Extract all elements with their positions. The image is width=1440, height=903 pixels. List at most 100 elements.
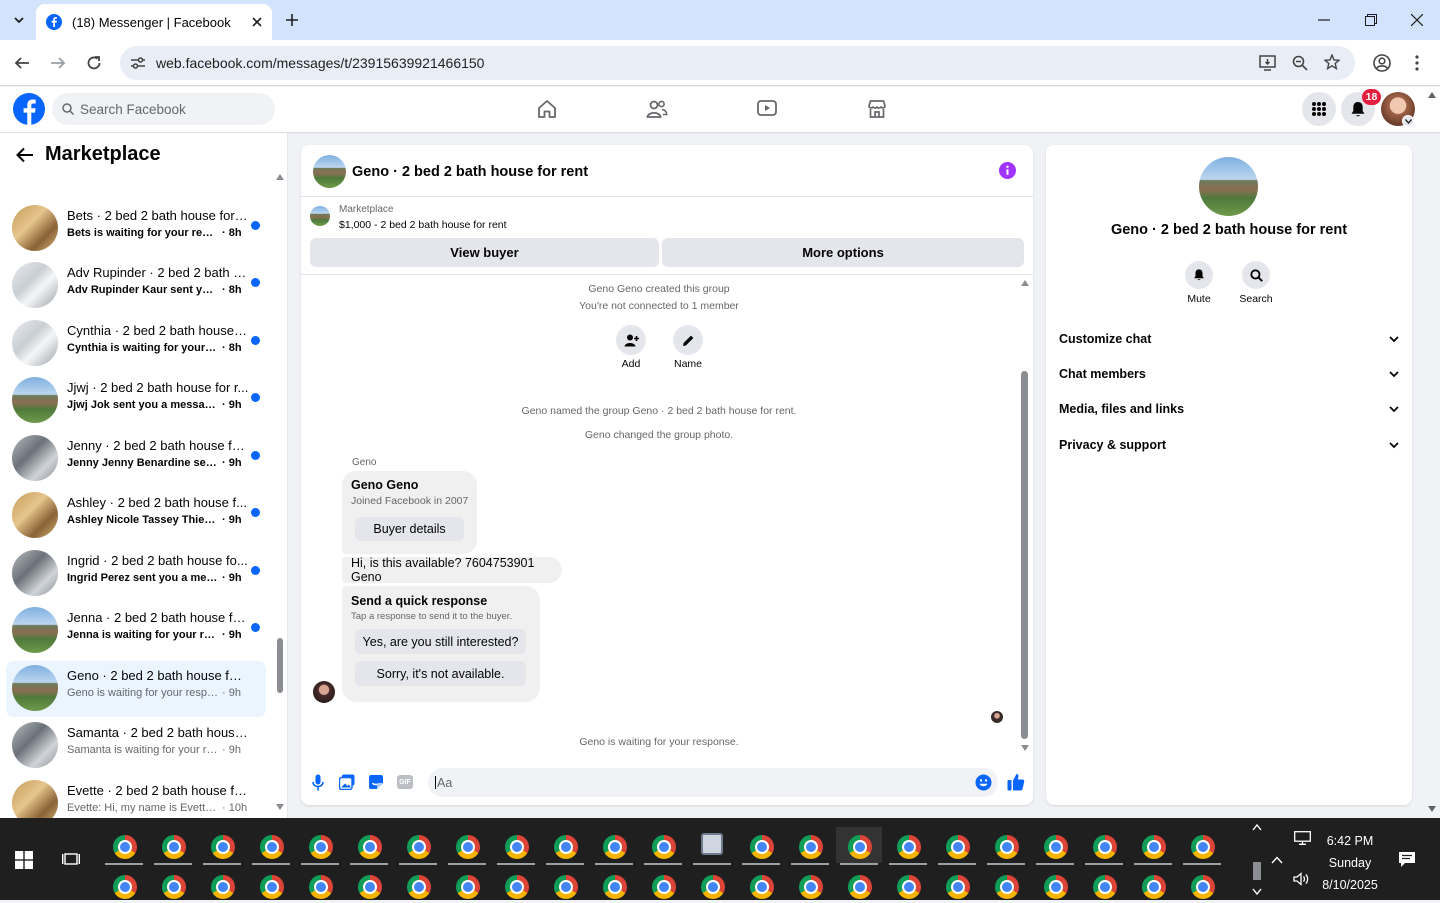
- minimize-icon[interactable]: [1318, 19, 1330, 21]
- conversation-item[interactable]: Samanta · 2 bed 2 bath house f... Samanta…: [6, 718, 266, 774]
- taskbar-app-button[interactable]: [836, 867, 882, 903]
- conversation-item[interactable]: Ashley · 2 bed 2 bath house f... Ashley N…: [6, 488, 266, 544]
- conversation-item[interactable]: Bets · 2 bed 2 bath house for r... Bets i…: [6, 201, 266, 257]
- taskbar-app-button[interactable]: [444, 867, 490, 903]
- close-tab-icon[interactable]: [252, 17, 262, 27]
- chat-group-photo[interactable]: [313, 155, 346, 188]
- chat-scrollbar[interactable]: [1019, 278, 1031, 755]
- bookmark-star-icon[interactable]: [1324, 54, 1340, 70]
- install-app-icon[interactable]: [1259, 55, 1276, 71]
- tab-search-button[interactable]: [8, 9, 30, 31]
- view-buyer-button[interactable]: View buyer: [310, 238, 659, 267]
- message-input[interactable]: Aa: [428, 768, 998, 797]
- network-icon[interactable]: [1294, 831, 1311, 845]
- microphone-icon[interactable]: [312, 774, 324, 791]
- taskbar-app-button[interactable]: [1179, 827, 1225, 865]
- name-group-button[interactable]: [673, 325, 703, 355]
- taskbar-app-button[interactable]: [493, 827, 539, 865]
- taskbar-app-button[interactable]: [101, 867, 147, 903]
- taskbar-scroll-thumb[interactable]: [1253, 862, 1261, 880]
- taskbar-app-button[interactable]: [150, 827, 196, 865]
- taskbar-app-button[interactable]: [591, 827, 637, 865]
- facebook-logo-icon[interactable]: [13, 93, 45, 125]
- taskbar-app-button[interactable]: [101, 827, 147, 865]
- taskbar-app-button[interactable]: [983, 867, 1029, 903]
- menu-button[interactable]: [1302, 92, 1336, 126]
- taskbar-app-button[interactable]: [738, 827, 784, 865]
- back-icon[interactable]: [14, 55, 30, 71]
- clock[interactable]: 6:42 PM Sunday 8/10/2025: [1315, 830, 1385, 896]
- reload-icon[interactable]: [86, 55, 102, 71]
- taskbar-app-button[interactable]: [1032, 867, 1078, 903]
- address-bar[interactable]: web.facebook.com/messages/t/239156399214…: [120, 46, 1355, 80]
- taskbar-app-button[interactable]: [787, 867, 833, 903]
- taskbar-app-button[interactable]: [395, 827, 441, 865]
- taskbar-app-button[interactable]: [738, 867, 784, 903]
- taskbar-app-button[interactable]: [689, 867, 735, 903]
- scroll-down-icon[interactable]: [276, 804, 284, 810]
- group-photo[interactable]: [1199, 157, 1258, 216]
- page-scroll-up-icon[interactable]: [1428, 92, 1436, 98]
- taskbar-app-button[interactable]: [787, 827, 833, 865]
- taskbar-app-button[interactable]: [150, 867, 196, 903]
- account-chevron[interactable]: [1402, 115, 1414, 127]
- new-tab-icon[interactable]: [285, 13, 299, 27]
- taskbar-app-button[interactable]: [1130, 827, 1176, 865]
- back-arrow-icon[interactable]: [16, 147, 34, 163]
- marketplace-icon[interactable]: [867, 99, 887, 119]
- scroll-up-icon[interactable]: [276, 174, 284, 180]
- conversation-item[interactable]: Jjwj · 2 bed 2 bath house for r... Jjwj J…: [6, 373, 266, 429]
- sender-avatar[interactable]: [313, 681, 335, 703]
- taskbar-app-button[interactable]: [248, 867, 294, 903]
- taskbar-app-button[interactable]: [493, 867, 539, 903]
- conversation-item[interactable]: Cynthia · 2 bed 2 bath house f... Cynthia…: [6, 316, 266, 372]
- privacy-support-section[interactable]: Privacy & support: [1059, 438, 1399, 452]
- quick-response-interested-button[interactable]: Yes, are you still interested?: [355, 629, 526, 654]
- conversation-item[interactable]: Evette · 2 bed 2 bath house for ... Evett…: [6, 776, 266, 818]
- sticker-icon[interactable]: [368, 774, 384, 790]
- taskbar-app-button[interactable]: [640, 827, 686, 865]
- chat-members-section[interactable]: Chat members: [1059, 367, 1399, 381]
- zoom-icon[interactable]: [1292, 55, 1308, 71]
- chevron-down-icon[interactable]: [1252, 888, 1262, 895]
- conversation-item[interactable]: Ingrid · 2 bed 2 bath house fo... Ingrid …: [6, 546, 266, 602]
- taskbar-app-button[interactable]: [395, 867, 441, 903]
- gif-button[interactable]: GIF: [397, 775, 413, 789]
- conversation-item[interactable]: Jenna · 2 bed 2 bath house fo... Jenna is…: [6, 603, 266, 659]
- taskbar-app-button[interactable]: [591, 867, 637, 903]
- taskbar-app-button[interactable]: [640, 867, 686, 903]
- taskbar-scroll[interactable]: [1250, 822, 1264, 898]
- mute-button[interactable]: [1185, 261, 1213, 289]
- listing-thumbnail[interactable]: [310, 206, 330, 226]
- taskbar-app-button[interactable]: [346, 827, 392, 865]
- friends-icon[interactable]: [646, 99, 668, 119]
- taskbar-app-button[interactable]: [885, 827, 931, 865]
- page-scroll-down-icon[interactable]: [1428, 806, 1436, 812]
- scroll-down-icon[interactable]: [1021, 745, 1029, 751]
- taskbar-app-button[interactable]: [1081, 867, 1127, 903]
- chat-title[interactable]: Geno · 2 bed 2 bath house for rent: [352, 164, 588, 180]
- sidebar-scroll-thumb[interactable]: [277, 638, 283, 693]
- taskbar-app-button[interactable]: [297, 867, 343, 903]
- taskbar-app-button[interactable]: [199, 827, 245, 865]
- conversation-item[interactable]: Jenny · 2 bed 2 bath house fo... Jenny Je…: [6, 431, 266, 487]
- conversation-info-icon[interactable]: [999, 162, 1016, 179]
- taskbar-app-button[interactable]: [444, 827, 490, 865]
- like-thumbs-up-icon[interactable]: [1007, 773, 1025, 791]
- home-icon[interactable]: [537, 99, 557, 119]
- taskbar-app-button[interactable]: [934, 867, 980, 903]
- taskbar-app-button[interactable]: [248, 827, 294, 865]
- sidebar-scrollbar[interactable]: [274, 168, 286, 813]
- browser-tab[interactable]: (18) Messenger | Facebook: [36, 4, 272, 40]
- taskbar-app-button[interactable]: [885, 867, 931, 903]
- notification-center-icon[interactable]: [1398, 851, 1416, 868]
- buyer-details-button[interactable]: Buyer details: [355, 517, 464, 541]
- close-window-icon[interactable]: [1411, 14, 1423, 26]
- taskbar-app-button[interactable]: [346, 867, 392, 903]
- taskbar-app-button[interactable]: [199, 867, 245, 903]
- taskbar-app-button[interactable]: [983, 827, 1029, 865]
- customize-chat-section[interactable]: Customize chat: [1059, 332, 1399, 346]
- facebook-search-input[interactable]: Search Facebook: [52, 93, 275, 125]
- show-hidden-icons-icon[interactable]: [1271, 856, 1283, 864]
- emoji-icon[interactable]: [975, 774, 992, 791]
